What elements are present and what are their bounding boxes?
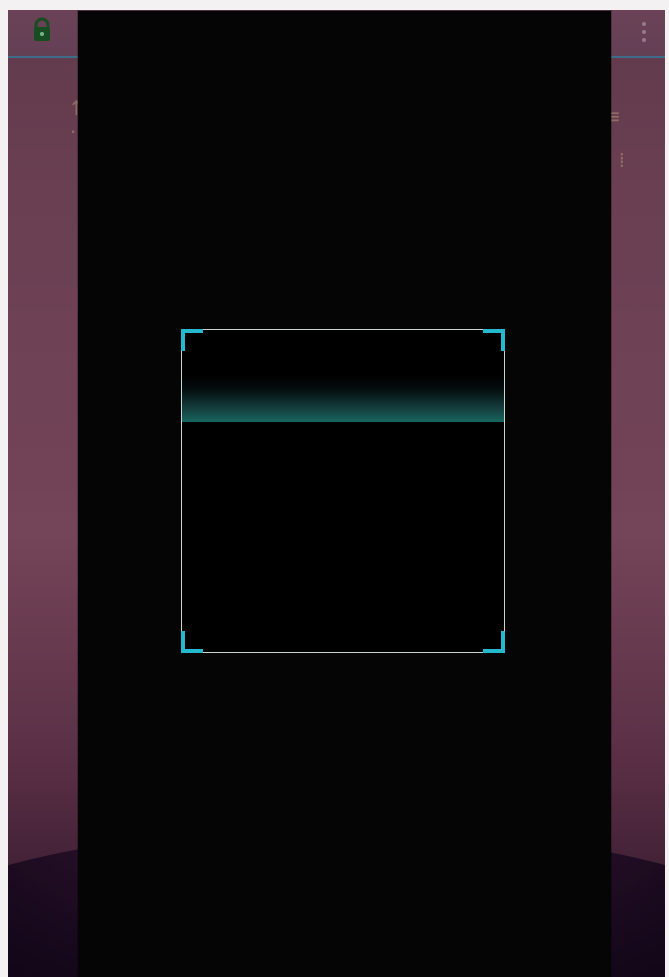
top-border <box>0 0 669 10</box>
qr-scanner-screen: ↑ · ≡ ⁞ <box>0 0 669 977</box>
scanner-corner-icon <box>483 631 505 653</box>
scanner-corner-icon <box>181 329 203 351</box>
scanner-corner-icon <box>181 631 203 653</box>
right-border <box>665 0 669 977</box>
scanner-viewfinder <box>181 329 505 653</box>
lock-icon <box>30 17 54 45</box>
scanner-corner-icon <box>483 329 505 351</box>
scan-line <box>182 375 504 422</box>
more-vertical-icon[interactable] <box>637 18 651 46</box>
background-text-fragment: ⁞ <box>618 148 625 172</box>
left-border <box>0 0 8 977</box>
background-text-fragment: · <box>70 120 77 144</box>
